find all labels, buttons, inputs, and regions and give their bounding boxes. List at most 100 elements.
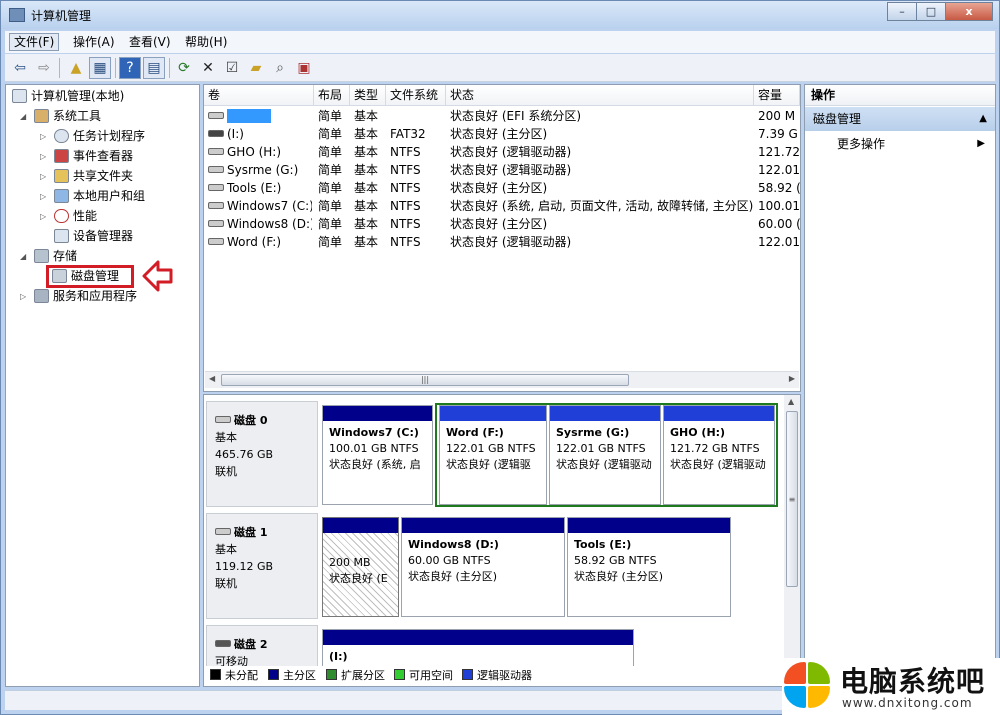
services-icon: [34, 289, 49, 303]
scrollbar-thumb[interactable]: |||: [221, 374, 629, 386]
table-cell-layout: 简单: [318, 145, 343, 159]
table-cell-type: 基本: [354, 145, 379, 159]
table-cell-volume: Word (F:): [208, 233, 312, 251]
scroll-left-icon[interactable]: ◀: [209, 374, 215, 383]
actions-section-disk-management[interactable]: 磁盘管理 ▲: [805, 107, 995, 131]
export-icon[interactable]: ▣: [293, 57, 315, 79]
open-icon[interactable]: ▰: [245, 57, 267, 79]
expand-icon[interactable]: ▷: [40, 187, 46, 206]
close-button[interactable]: x: [945, 2, 993, 21]
pointer-arrow-icon: [142, 260, 173, 292]
tree-shared-folders[interactable]: ▷ 共享文件夹: [40, 167, 133, 186]
help-icon[interactable]: ?: [119, 57, 141, 79]
properties-icon[interactable]: ☑: [221, 57, 243, 79]
partition-h[interactable]: GHO (H:) 121.72 GB NTFS 状态良好 (逻辑驱动: [663, 405, 775, 505]
partition-d[interactable]: Windows8 (D:) 60.00 GB NTFS 状态良好 (主分区): [401, 517, 565, 617]
expand-icon[interactable]: ▷: [40, 127, 46, 146]
partition-efi[interactable]: 200 MB 状态良好 (E: [322, 517, 399, 617]
search-icon[interactable]: ⌕: [269, 57, 291, 79]
partition-f[interactable]: Word (F:) 122.01 GB NTFS 状态良好 (逻辑驱: [439, 405, 547, 505]
console-icon[interactable]: ▤: [143, 57, 165, 79]
clock-icon: [54, 129, 69, 143]
table-cell-type: 基本: [354, 163, 379, 177]
table-cell-type: 基本: [354, 235, 379, 249]
tree-storage[interactable]: ◢ 存储: [20, 247, 77, 266]
column-header-layout[interactable]: 布局: [314, 85, 350, 106]
menu-action[interactable]: 操作(A): [69, 33, 119, 51]
show-tree-icon[interactable]: ▦: [89, 57, 111, 79]
disk-1-label[interactable]: 磁盘 1 基本 119.12 GB 联机: [206, 513, 318, 619]
tree-event-viewer[interactable]: ▷ 事件查看器: [40, 147, 133, 166]
forward-icon[interactable]: ⇨: [33, 57, 55, 79]
horizontal-scrollbar[interactable]: ◀ ||| ▶: [205, 371, 799, 388]
table-cell-capacity: 7.39 G: [758, 127, 798, 141]
table-row[interactable]: GHO (H:) 简单 基本 NTFS 状态良好 (逻辑驱动器) 121.72: [204, 143, 800, 161]
table-cell-fs: NTFS: [390, 145, 421, 159]
table-cell-fs: NTFS: [390, 217, 421, 231]
legend-primary: 主分区: [268, 666, 316, 686]
collapse-icon[interactable]: ◢: [20, 107, 26, 126]
table-row[interactable]: Word (F:) 简单 基本 NTFS 状态良好 (逻辑驱动器) 122.01: [204, 233, 800, 251]
table-cell-fs: NTFS: [390, 181, 421, 195]
window-title: 计算机管理: [31, 9, 92, 23]
expand-icon[interactable]: ▷: [40, 207, 46, 226]
expand-icon[interactable]: ▷: [40, 147, 46, 166]
tree-performance[interactable]: ▷ 性能: [40, 207, 97, 226]
scroll-up-icon[interactable]: ▲: [788, 397, 794, 406]
disk-0-label[interactable]: 磁盘 0 基本 465.76 GB 联机: [206, 401, 318, 507]
tree-services[interactable]: ▷ 服务和应用程序: [20, 287, 137, 306]
column-header-status[interactable]: 状态: [446, 85, 754, 106]
tree-device-manager[interactable]: 设备管理器: [54, 227, 133, 246]
tree-task-scheduler[interactable]: ▷ 任务计划程序: [40, 127, 145, 146]
maximize-button[interactable]: □: [916, 2, 946, 21]
scroll-right-icon[interactable]: ▶: [789, 374, 795, 383]
menu-view[interactable]: 查看(V): [125, 33, 175, 51]
back-icon[interactable]: ⇦: [9, 57, 31, 79]
removable-disk-icon: [215, 640, 231, 647]
column-header-capacity[interactable]: 容量: [754, 85, 800, 106]
table-row[interactable]: Windows8 (D:) 简单 基本 NTFS 状态良好 (主分区) 60.00 (: [204, 215, 800, 233]
minimize-button[interactable]: –: [887, 2, 917, 21]
table-cell-capacity: 122.01: [758, 163, 800, 177]
tree-system-tools[interactable]: ◢ 系统工具: [20, 107, 101, 126]
up-folder-icon[interactable]: ▲: [65, 57, 87, 79]
menu-help[interactable]: 帮助(H): [181, 33, 231, 51]
drive-icon: [208, 166, 224, 173]
table-cell-capacity: 122.01: [758, 235, 800, 249]
delete-icon[interactable]: ✕: [197, 57, 219, 79]
table-row[interactable]: (I:) 简单 基本 FAT32 状态良好 (主分区) 7.39 G: [204, 125, 800, 143]
title-bar[interactable]: 计算机管理 – □ x: [1, 1, 999, 29]
partition-g[interactable]: Sysrme (G:) 122.01 GB NTFS 状态良好 (逻辑驱动: [549, 405, 661, 505]
legend-logical: 逻辑驱动器: [462, 666, 532, 686]
table-row[interactable]: Tools (E:) 简单 基本 NTFS 状态良好 (主分区) 58.92 (: [204, 179, 800, 197]
vertical-scrollbar-thumb[interactable]: ≡: [786, 411, 798, 587]
watermark-logo: 电脑系统吧 www.dnxitong.com: [782, 658, 1000, 715]
tree-local-users[interactable]: ▷ 本地用户和组: [40, 187, 145, 206]
table-cell-status: 状态良好 (逻辑驱动器): [450, 235, 572, 249]
column-header-type[interactable]: 类型: [350, 85, 386, 106]
selected-volume-highlight: [227, 109, 271, 123]
column-header-filesystem[interactable]: 文件系统: [386, 85, 446, 106]
partition-e[interactable]: Tools (E:) 58.92 GB NTFS 状态良好 (主分区): [567, 517, 731, 617]
table-row[interactable]: Windows7 (C:) 简单 基本 NTFS 状态良好 (系统, 启动, 页面文件,…: [204, 197, 800, 215]
column-header-volume[interactable]: 卷: [204, 85, 314, 106]
expand-icon[interactable]: ▷: [40, 167, 46, 186]
partition-c[interactable]: Windows7 (C:) 100.01 GB NTFS 状态良好 (系统, 启: [322, 405, 433, 505]
table-row[interactable]: 简单 基本 状态良好 (EFI 系统分区) 200 M: [204, 107, 800, 125]
submenu-arrow-icon[interactable]: ▶: [977, 135, 985, 153]
table-cell-fs: NTFS: [390, 163, 421, 177]
collapse-up-icon[interactable]: ▲: [979, 107, 987, 131]
expand-icon[interactable]: ▷: [20, 287, 26, 306]
menu-file[interactable]: 文件(F): [9, 33, 60, 51]
disk-icon: [215, 528, 231, 535]
table-cell-type: 基本: [354, 109, 379, 123]
shared-folder-icon: [54, 169, 69, 183]
table-row[interactable]: Sysrme (G:) 简单 基本 NTFS 状态良好 (逻辑驱动器) 122.01: [204, 161, 800, 179]
vertical-scrollbar[interactable]: ▲ ≡: [784, 395, 800, 686]
more-actions-link[interactable]: 更多操作: [837, 135, 885, 153]
tree-root[interactable]: 计算机管理(本地): [12, 87, 124, 106]
collapse-icon[interactable]: ◢: [20, 247, 26, 266]
table-cell-layout: 简单: [318, 199, 343, 213]
drive-icon: [208, 220, 224, 227]
refresh-icon[interactable]: ⟳: [173, 57, 195, 79]
